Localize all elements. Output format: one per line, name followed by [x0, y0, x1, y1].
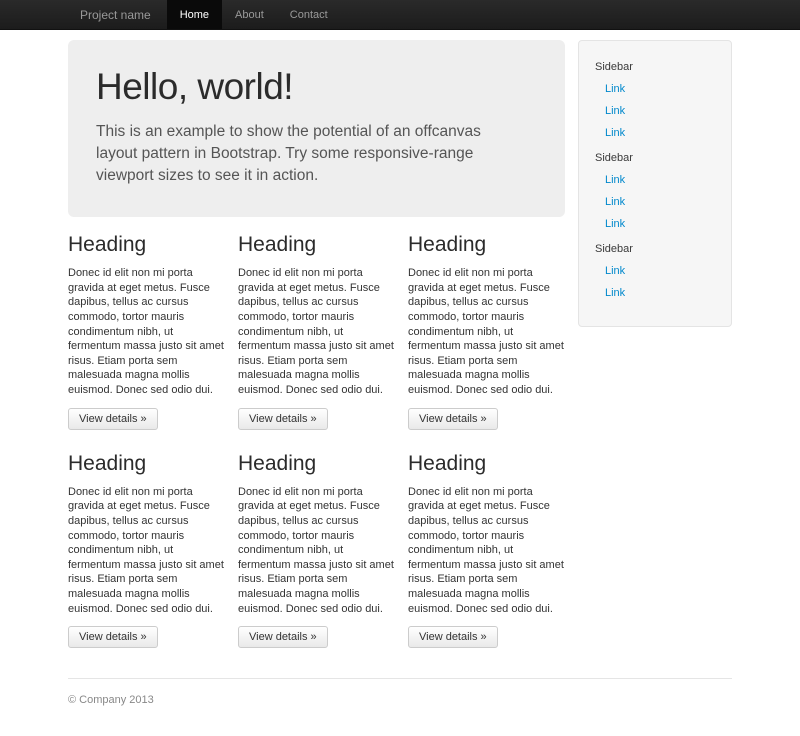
- sidebar-link[interactable]: Link: [591, 191, 719, 213]
- navbar-menu: Home About Contact: [167, 0, 341, 29]
- card: Heading Donec id elit non mi porta gravi…: [68, 452, 225, 649]
- content-column: Hello, world! This is an example to show…: [68, 40, 565, 648]
- card: Heading Donec id elit non mi porta gravi…: [408, 233, 565, 430]
- footer: © Company 2013: [68, 678, 732, 736]
- card-heading: Heading: [408, 233, 565, 257]
- card-body-text: Donec id elit non mi porta gravida at eg…: [68, 266, 225, 398]
- card-heading: Heading: [68, 233, 225, 257]
- page-container: Hello, world! This is an example to show…: [68, 40, 732, 736]
- card: Heading Donec id elit non mi porta gravi…: [68, 233, 225, 430]
- view-details-button[interactable]: View details »: [68, 408, 158, 430]
- card-body-text: Donec id elit non mi porta gravida at eg…: [408, 266, 565, 398]
- card: Heading Donec id elit non mi porta gravi…: [408, 452, 565, 649]
- sidebar-link[interactable]: Link: [591, 260, 719, 282]
- view-details-button[interactable]: View details »: [238, 626, 328, 648]
- sidebar-link[interactable]: Link: [591, 282, 719, 304]
- nav-item-about[interactable]: About: [222, 0, 277, 29]
- main-row: Hello, world! This is an example to show…: [68, 40, 732, 648]
- card-body-text: Donec id elit non mi porta gravida at eg…: [238, 266, 395, 398]
- sidebar-link[interactable]: Link: [591, 169, 719, 191]
- navbar-inner: Project name Home About Contact: [68, 0, 732, 29]
- jumbotron-text: This is an example to show the potential…: [96, 121, 516, 187]
- page-title: Hello, world!: [96, 66, 537, 108]
- sidebar-link[interactable]: Link: [591, 213, 719, 235]
- card-heading: Heading: [238, 452, 395, 476]
- card-heading: Heading: [408, 452, 565, 476]
- sidebar-group-1: Sidebar Link Link Link: [591, 56, 719, 144]
- nav-item-contact[interactable]: Contact: [277, 0, 341, 29]
- sidebar-link[interactable]: Link: [591, 100, 719, 122]
- sidebar-group-header: Sidebar: [591, 147, 719, 169]
- card: Heading Donec id elit non mi porta gravi…: [238, 452, 395, 649]
- view-details-button[interactable]: View details »: [68, 626, 158, 648]
- sidebar-group-header: Sidebar: [591, 238, 719, 260]
- cards-row-1: Heading Donec id elit non mi porta gravi…: [68, 233, 565, 430]
- sidebar-column: Sidebar Link Link Link Sidebar Link Link…: [578, 40, 732, 327]
- card-heading: Heading: [238, 233, 395, 257]
- card-heading: Heading: [68, 452, 225, 476]
- card-body-text: Donec id elit non mi porta gravida at eg…: [68, 485, 225, 617]
- sidebar-group-2: Sidebar Link Link Link: [591, 147, 719, 235]
- view-details-button[interactable]: View details »: [408, 408, 498, 430]
- card-body-text: Donec id elit non mi porta gravida at eg…: [408, 485, 565, 617]
- view-details-button[interactable]: View details »: [238, 408, 328, 430]
- sidebar-well: Sidebar Link Link Link Sidebar Link Link…: [578, 40, 732, 327]
- sidebar-link[interactable]: Link: [591, 78, 719, 100]
- sidebar-link[interactable]: Link: [591, 122, 719, 144]
- view-details-button[interactable]: View details »: [408, 626, 498, 648]
- card: Heading Donec id elit non mi porta gravi…: [238, 233, 395, 430]
- top-navbar: Project name Home About Contact: [0, 0, 800, 30]
- jumbotron: Hello, world! This is an example to show…: [68, 40, 565, 217]
- sidebar-group-3: Sidebar Link Link: [591, 238, 719, 304]
- brand-link[interactable]: Project name: [68, 0, 167, 29]
- card-body-text: Donec id elit non mi porta gravida at eg…: [238, 485, 395, 617]
- nav-item-home[interactable]: Home: [167, 0, 222, 29]
- copyright-text: © Company 2013: [68, 694, 732, 706]
- sidebar-group-header: Sidebar: [591, 56, 719, 78]
- cards-row-2: Heading Donec id elit non mi porta gravi…: [68, 452, 565, 649]
